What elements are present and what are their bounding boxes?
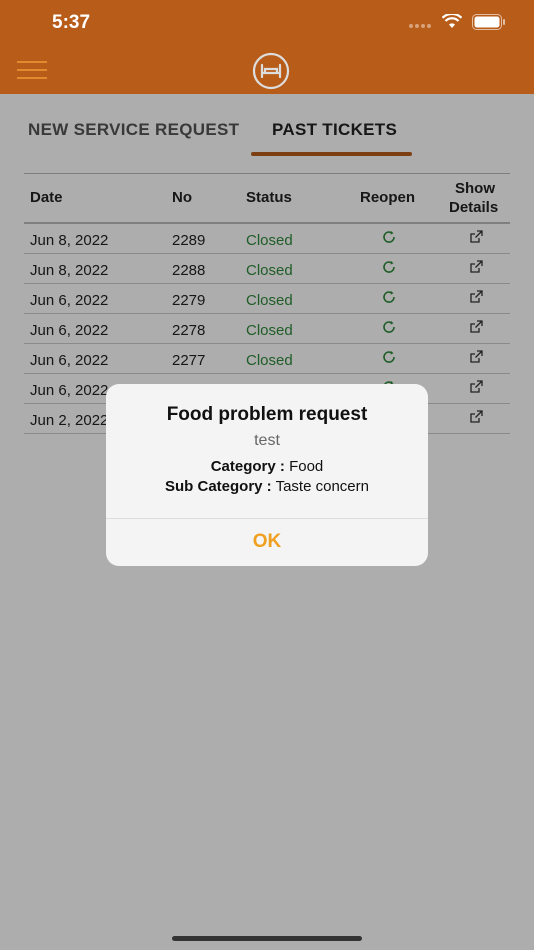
nav-bar xyxy=(0,48,534,94)
status-time: 5:37 xyxy=(52,12,91,33)
signal-icon xyxy=(408,16,432,34)
dialog-title: Food problem request xyxy=(166,404,368,425)
status-icons xyxy=(408,12,506,35)
dialog-category: Category : Food xyxy=(106,458,428,475)
category-value: Food xyxy=(289,458,324,475)
home-indicator xyxy=(172,936,362,941)
battery-icon xyxy=(472,14,506,35)
subcategory-label: Sub Category : xyxy=(165,478,272,495)
category-label: Category : xyxy=(210,458,285,475)
subcategory-value: Taste concern xyxy=(275,478,369,495)
ok-button[interactable]: OK xyxy=(106,518,428,566)
hamburger-menu-icon[interactable] xyxy=(17,61,47,81)
bed-icon xyxy=(252,52,290,90)
wifi-icon xyxy=(441,12,463,35)
dialog-subcategory: Sub Category : Taste concern xyxy=(106,478,428,495)
status-bar: 5:37 xyxy=(0,0,534,48)
alert-dialog: Food problem request test Category : Foo… xyxy=(106,384,428,566)
dialog-message: test xyxy=(254,432,280,449)
